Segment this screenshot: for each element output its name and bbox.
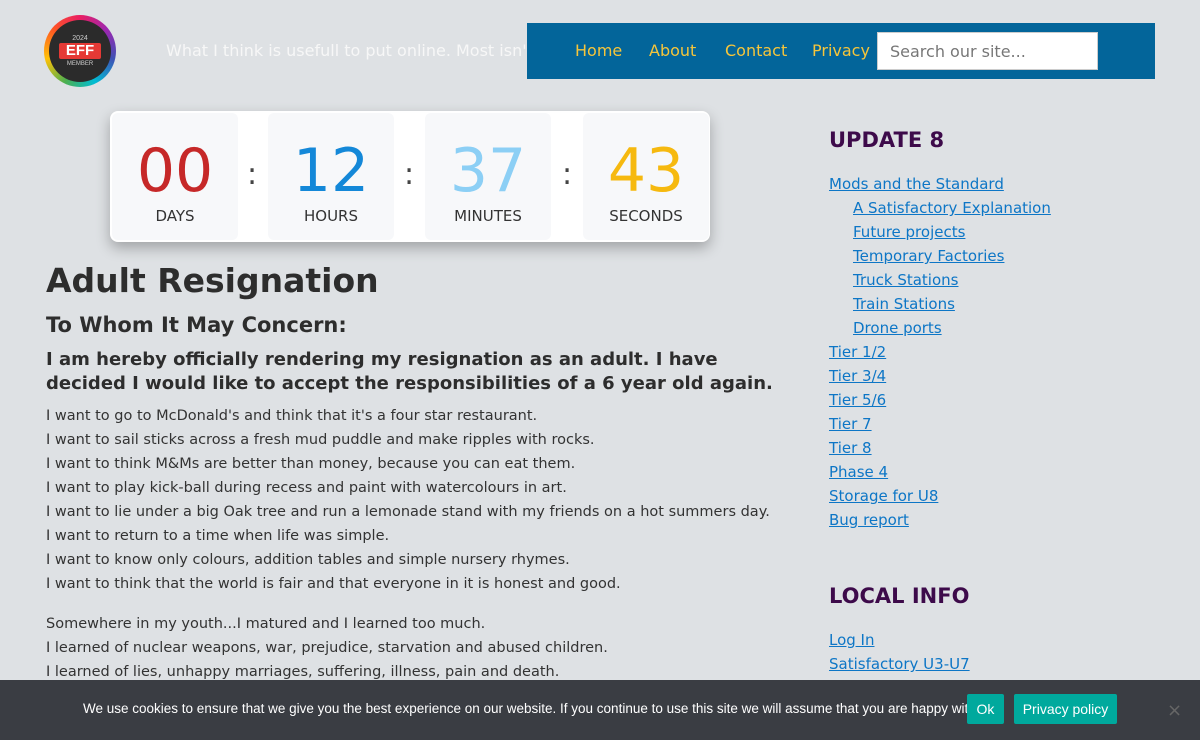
main-navigation: Home About Contact Privacy <box>527 23 1155 79</box>
sidebar-link-tier-7[interactable]: Tier 7 <box>829 415 872 433</box>
cookie-notice-text: We use cookies to ensure that we give yo… <box>83 701 990 716</box>
countdown-hours: 12 HOURS <box>268 113 394 240</box>
sidebar-link-explanation[interactable]: A Satisfactory Explanation <box>853 199 1051 217</box>
sidebar: UPDATE 8 Mods and the Standard A Satisfa… <box>829 126 1169 676</box>
countdown-minutes: 37 MINUTES <box>425 113 551 240</box>
text-line: I want to think M&Ms are better than mon… <box>46 456 576 472</box>
privacy-policy-button[interactable]: Privacy policy <box>1014 694 1117 724</box>
sidebar-item: Tier 1/2 <box>829 340 1169 364</box>
article-lead: I am hereby officially rendering my resi… <box>46 349 773 394</box>
nav-home[interactable]: Home <box>575 41 622 60</box>
sidebar-subitem: Train Stations <box>829 292 1169 316</box>
sidebar-subitem: Truck Stations <box>829 268 1169 292</box>
sidebar-item: Satisfactory U3-U7 <box>829 652 1169 676</box>
article-paragraph-2: Somewhere in my youth...I matured and I … <box>46 612 776 684</box>
close-icon[interactable]: × <box>1167 700 1182 721</box>
text-line: I want to go to McDonald's and think tha… <box>46 408 538 424</box>
article: Adult Resignation To Whom It May Concern… <box>46 262 776 684</box>
sidebar-link-tier-3-4[interactable]: Tier 3/4 <box>829 367 886 385</box>
search-input[interactable] <box>877 32 1098 70</box>
sidebar-item: Bug report <box>829 508 1169 532</box>
countdown-separator: : <box>404 157 415 192</box>
countdown-seconds-value: 43 <box>607 136 685 206</box>
sidebar-link-drone-ports[interactable]: Drone ports <box>853 319 942 337</box>
countdown-hours-value: 12 <box>292 136 370 206</box>
countdown-minutes-label: MINUTES <box>454 207 522 225</box>
sidebar-item: Mods and the Standard <box>829 172 1169 196</box>
sidebar-subitem: Temporary Factories <box>829 244 1169 268</box>
sidebar-item: Phase 4 <box>829 460 1169 484</box>
text-line: I want to play kick-ball during recess a… <box>46 480 567 496</box>
sidebar-item: Tier 5/6 <box>829 388 1169 412</box>
sidebar-link-storage-u8[interactable]: Storage for U8 <box>829 487 938 505</box>
sidebar-heading-local-info: LOCAL INFO <box>829 584 970 608</box>
countdown-separator: : <box>247 157 258 192</box>
sidebar-link-temporary-factories[interactable]: Temporary Factories <box>853 247 1004 265</box>
logo-year: 2024 <box>72 35 88 42</box>
nav-contact[interactable]: Contact <box>725 41 787 60</box>
countdown-seconds-label: SECONDS <box>609 207 683 225</box>
sidebar-link-tier-5-6[interactable]: Tier 5/6 <box>829 391 886 409</box>
cookie-notice-bar: We use cookies to ensure that we give yo… <box>0 680 1200 740</box>
sidebar-item: Log In <box>829 628 1169 652</box>
nav-about[interactable]: About <box>649 41 696 60</box>
logo-eff-text: EFF <box>59 43 101 59</box>
countdown-days: 00 DAYS <box>112 113 238 240</box>
sidebar-link-bug-report[interactable]: Bug report <box>829 511 909 529</box>
countdown-days-value: 00 <box>136 136 214 206</box>
text-line: I learned of nuclear weapons, war, preju… <box>46 640 608 656</box>
cookie-ok-button[interactable]: Ok <box>967 694 1004 724</box>
countdown-timer: 00 DAYS : 12 HOURS : 37 MINUTES : 43 SEC… <box>110 111 710 242</box>
sidebar-item: Storage for U8 <box>829 484 1169 508</box>
sidebar-link-tier-8[interactable]: Tier 8 <box>829 439 872 457</box>
sidebar-menu-update-8: Mods and the Standard A Satisfactory Exp… <box>829 172 1169 532</box>
text-line: I want to lie under a big Oak tree and r… <box>46 504 770 520</box>
countdown-separator: : <box>562 157 573 192</box>
article-title: Adult Resignation <box>46 261 379 300</box>
text-line: I want to know only colours, addition ta… <box>46 552 570 568</box>
sidebar-subitem: Drone ports <box>829 316 1169 340</box>
sidebar-link-train-stations[interactable]: Train Stations <box>853 295 955 313</box>
logo-badge: 2024 EFF MEMBER <box>49 20 111 82</box>
nav-privacy[interactable]: Privacy <box>812 41 870 60</box>
countdown-minutes-value: 37 <box>449 136 527 206</box>
text-line: I want to return to a time when life was… <box>46 528 390 544</box>
site-tagline: What I think is usefull to put online. M… <box>166 41 538 60</box>
sidebar-menu-local-info: Log In Satisfactory U3-U7 <box>829 628 1169 676</box>
sidebar-link-phase-4[interactable]: Phase 4 <box>829 463 888 481</box>
sidebar-item: Tier 7 <box>829 412 1169 436</box>
countdown-seconds: 43 SECONDS <box>583 113 709 240</box>
text-line: I want to sail sticks across a fresh mud… <box>46 432 595 448</box>
eff-member-logo[interactable]: 2024 EFF MEMBER <box>44 15 116 87</box>
sidebar-link-truck-stations[interactable]: Truck Stations <box>853 271 958 289</box>
text-line: Somewhere in my youth...I matured and I … <box>46 616 486 632</box>
sidebar-item: Tier 3/4 <box>829 364 1169 388</box>
article-subtitle: To Whom It May Concern: <box>46 313 347 337</box>
sidebar-subitem: Future projects <box>829 220 1169 244</box>
sidebar-link-future-projects[interactable]: Future projects <box>853 223 965 241</box>
countdown-hours-label: HOURS <box>303 207 358 225</box>
logo-member-text: MEMBER <box>66 61 94 67</box>
sidebar-subitem: A Satisfactory Explanation <box>829 196 1169 220</box>
sidebar-link-satisfactory-u3-u7[interactable]: Satisfactory U3-U7 <box>829 655 970 673</box>
text-line: I want to think that the world is fair a… <box>46 576 621 592</box>
article-paragraph-1: I want to go to McDonald's and think tha… <box>46 404 776 596</box>
sidebar-heading-update-8: UPDATE 8 <box>829 128 945 152</box>
sidebar-link-mods[interactable]: Mods and the Standard <box>829 175 1004 193</box>
sidebar-link-log-in[interactable]: Log In <box>829 631 875 649</box>
countdown-days-label: DAYS <box>155 207 195 225</box>
sidebar-item: Tier 8 <box>829 436 1169 460</box>
sidebar-link-tier-1-2[interactable]: Tier 1/2 <box>829 343 886 361</box>
